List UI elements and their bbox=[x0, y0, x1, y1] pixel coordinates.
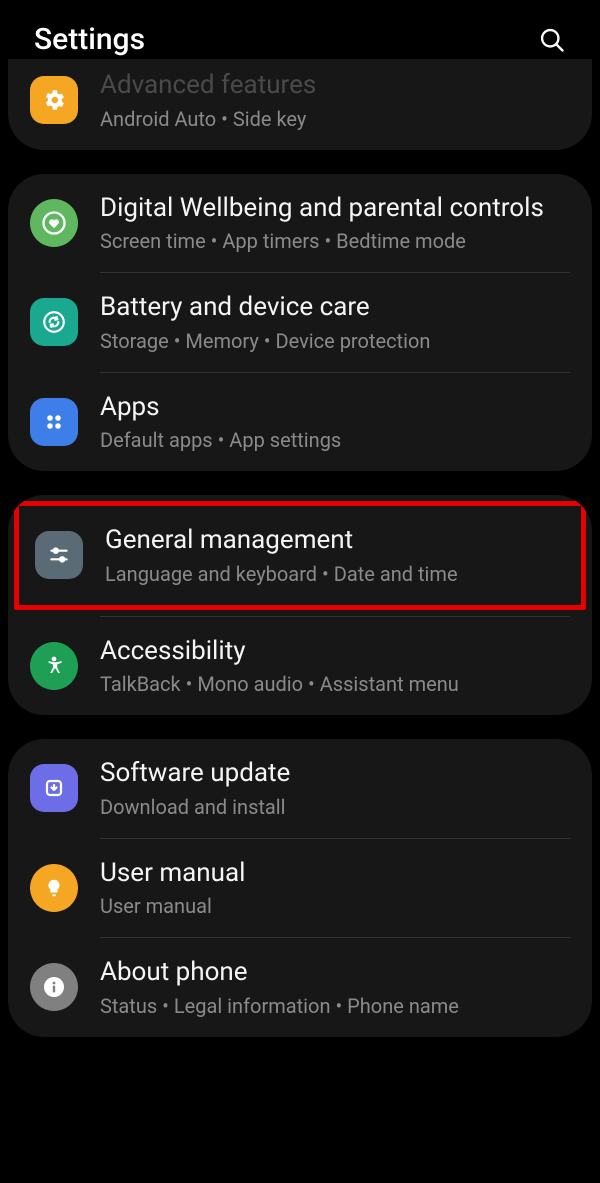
row-title: Digital Wellbeing and parental controls bbox=[100, 192, 570, 225]
row-text: About phone StatusLegal informationPhone… bbox=[100, 956, 570, 1019]
row-title: About phone bbox=[100, 956, 570, 989]
row-subtitle: User manual bbox=[100, 893, 570, 919]
settings-row-digital-wellbeing[interactable]: Digital Wellbeing and parental controls … bbox=[8, 174, 592, 273]
row-title: Software update bbox=[100, 757, 570, 790]
settings-row-accessibility[interactable]: Accessibility TalkBackMono audioAssistan… bbox=[8, 617, 592, 716]
highlight-annotation: General management Language and keyboard… bbox=[14, 501, 586, 610]
row-text: User manual User manual bbox=[100, 857, 570, 920]
settings-group: Digital Wellbeing and parental controls … bbox=[8, 174, 592, 472]
settings-group: Software update Download and install Use… bbox=[8, 739, 592, 1037]
settings-group: Advanced features Android AutoSide key bbox=[8, 59, 592, 150]
page-title: Settings bbox=[34, 22, 145, 57]
row-title: Accessibility bbox=[100, 635, 570, 668]
row-title: Battery and device care bbox=[100, 291, 570, 324]
row-subtitle: Android AutoSide key bbox=[100, 106, 570, 132]
row-text: Apps Default appsApp settings bbox=[100, 391, 570, 454]
row-subtitle: Default appsApp settings bbox=[100, 427, 570, 453]
settings-row-apps[interactable]: Apps Default appsApp settings bbox=[8, 373, 592, 472]
settings-row-advanced-features[interactable]: Advanced features Android AutoSide key bbox=[8, 59, 592, 150]
row-subtitle: TalkBackMono audioAssistant menu bbox=[100, 671, 570, 697]
row-subtitle: Language and keyboardDate and time bbox=[105, 561, 559, 587]
settings-row-general-management[interactable]: General management Language and keyboard… bbox=[19, 506, 581, 605]
person-icon bbox=[30, 642, 78, 690]
row-text: Accessibility TalkBackMono audioAssistan… bbox=[100, 635, 570, 698]
gear-plus-icon bbox=[30, 76, 78, 124]
row-title: Advanced features bbox=[100, 69, 570, 102]
four-dots-icon bbox=[30, 398, 78, 446]
settings-row-software-update[interactable]: Software update Download and install bbox=[8, 739, 592, 838]
row-title: Apps bbox=[100, 391, 570, 424]
row-text: Digital Wellbeing and parental controls … bbox=[100, 192, 570, 255]
settings-row-user-manual[interactable]: User manual User manual bbox=[8, 839, 592, 938]
row-subtitle: Download and install bbox=[100, 794, 570, 820]
search-button[interactable] bbox=[538, 26, 566, 54]
row-title: User manual bbox=[100, 857, 570, 890]
download-icon bbox=[30, 764, 78, 812]
row-text: Software update Download and install bbox=[100, 757, 570, 820]
search-icon bbox=[538, 26, 566, 54]
sliders-icon bbox=[35, 531, 83, 579]
refresh-circle-icon bbox=[30, 298, 78, 346]
settings-group: General management Language and keyboard… bbox=[8, 495, 592, 715]
row-subtitle: StorageMemoryDevice protection bbox=[100, 328, 570, 354]
row-text: Battery and device care StorageMemoryDev… bbox=[100, 291, 570, 354]
row-title: General management bbox=[105, 524, 559, 557]
bulb-icon bbox=[30, 864, 78, 912]
info-icon bbox=[30, 963, 78, 1011]
settings-row-battery-device-care[interactable]: Battery and device care StorageMemoryDev… bbox=[8, 273, 592, 372]
settings-row-about-phone[interactable]: About phone StatusLegal informationPhone… bbox=[8, 938, 592, 1037]
row-text: Advanced features Android AutoSide key bbox=[100, 69, 570, 132]
row-text: General management Language and keyboard… bbox=[105, 524, 559, 587]
heart-circle-icon bbox=[30, 199, 78, 247]
row-subtitle: StatusLegal informationPhone name bbox=[100, 993, 570, 1019]
row-subtitle: Screen timeApp timersBedtime mode bbox=[100, 228, 570, 254]
